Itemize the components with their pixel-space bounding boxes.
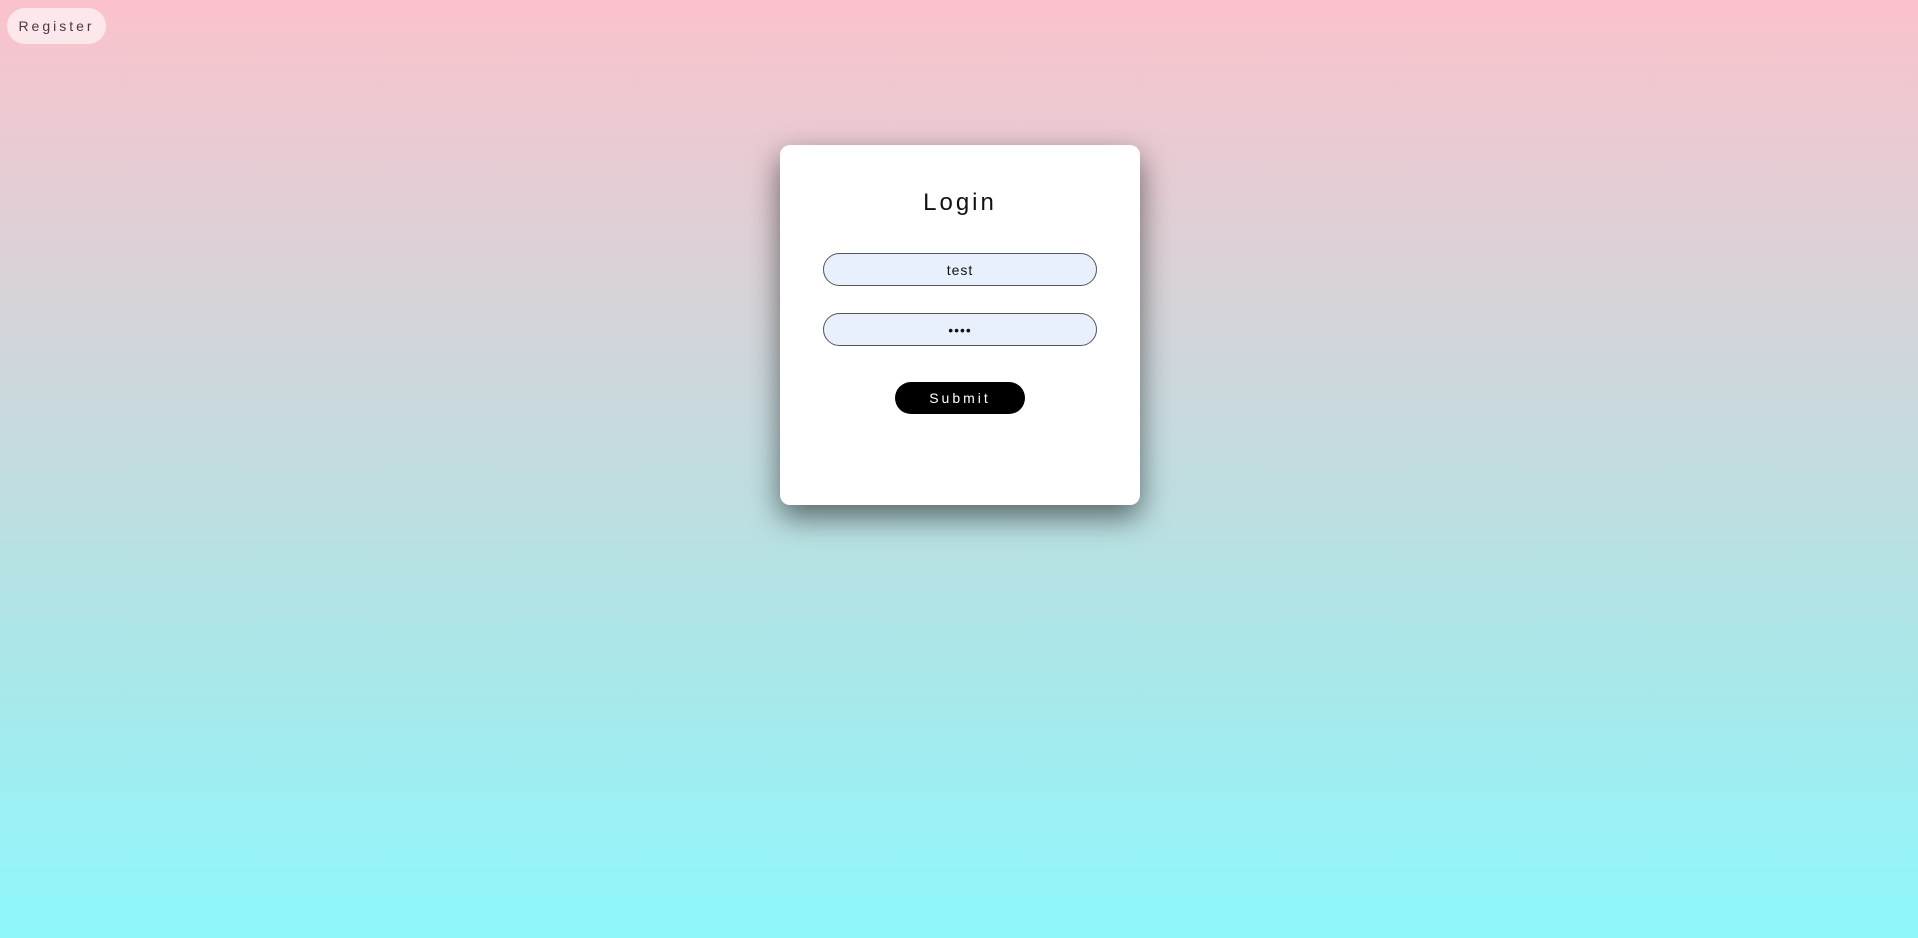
submit-button[interactable]: Submit (895, 382, 1025, 414)
username-input[interactable] (823, 253, 1097, 286)
password-input[interactable] (823, 313, 1097, 346)
login-title: Login (923, 189, 997, 216)
register-button[interactable]: Register (7, 8, 106, 44)
login-card: Login Submit (780, 145, 1140, 505)
login-page: { "header": { "register_label": "Registe… (0, 0, 1918, 938)
